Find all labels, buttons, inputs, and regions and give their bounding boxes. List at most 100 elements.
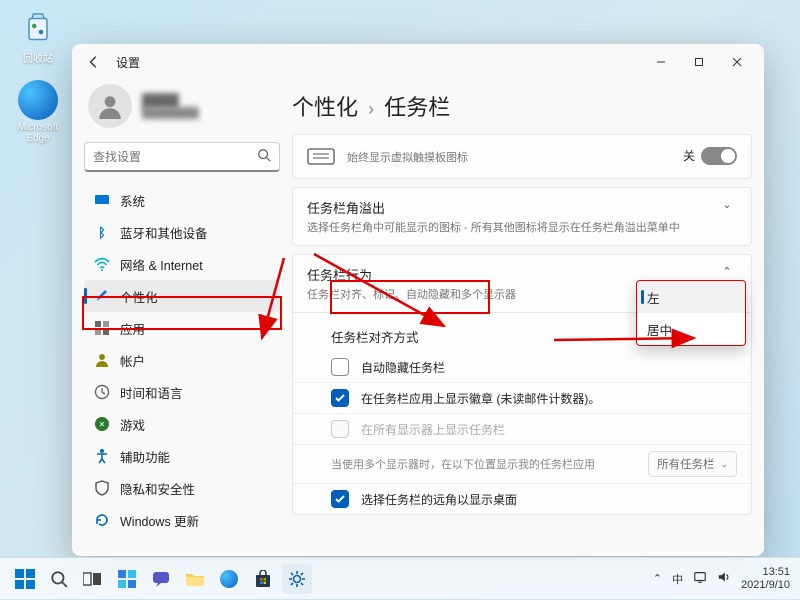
recycle-bin-label: 回收站 (23, 54, 53, 65)
paintbrush-icon (94, 288, 110, 304)
overflow-title: 任务栏角溢出 (307, 198, 717, 217)
auto-hide-label: 自动隐藏任务栏 (361, 359, 737, 376)
taskbar-chat[interactable] (146, 564, 176, 594)
sidebar-item-label: 蓝牙和其他设备 (120, 223, 208, 242)
row-far-corner-desktop[interactable]: 选择任务栏的远角以显示桌面 (293, 484, 751, 514)
svg-text:✕: ✕ (99, 420, 106, 429)
taskbar-search[interactable] (44, 564, 74, 594)
system-tray: ⌃ 中 13:51 2021/9/10 (653, 566, 790, 591)
chevron-up-icon: ⌃ (717, 265, 737, 278)
checkbox-disabled (331, 420, 349, 438)
avatar (88, 84, 132, 128)
overflow-sub: 选择任务栏角中可能显示的图标 - 所有其他图标将显示在任务栏角溢出菜单中 (307, 219, 717, 235)
clock-icon (94, 384, 110, 400)
sidebar-item-system[interactable]: 系统 (84, 184, 280, 216)
chevron-right-icon: › (368, 99, 374, 119)
sidebar-item-label: 隐私和安全性 (120, 479, 195, 498)
profile-email: ████████ (142, 108, 199, 119)
panel-corner-overflow[interactable]: 任务栏角溢出 选择任务栏角中可能显示的图标 - 所有其他图标将显示在任务栏角溢出… (292, 187, 752, 246)
edge-icon (18, 80, 58, 120)
sidebar-item-bluetooth[interactable]: ᛒ 蓝牙和其他设备 (84, 216, 280, 248)
alignment-dropdown: 左 居中 (636, 280, 746, 346)
search-input[interactable] (93, 150, 257, 164)
checkbox-unchecked[interactable] (331, 358, 349, 376)
taskbar-taskview[interactable] (78, 564, 108, 594)
tray-date: 2021/9/10 (741, 579, 790, 592)
breadcrumb-b: 任务栏 (384, 95, 450, 120)
back-button[interactable] (80, 48, 108, 76)
accessibility-icon (94, 448, 110, 464)
panel-touch-keyboard[interactable]: 始终显示虚拟触摸板图标 关 (292, 134, 752, 179)
update-icon (94, 512, 110, 528)
edge-label: Microsoft Edge (18, 122, 59, 144)
sidebar-item-label: 系统 (120, 191, 145, 210)
settings-window: 设置 ████ ████████ (72, 44, 764, 556)
multi-display-combo[interactable]: 所有任务栏 ⌄ (648, 451, 737, 477)
option-label: 居中 (647, 320, 672, 339)
sidebar-item-network[interactable]: 网络 & Internet (84, 248, 280, 280)
multi-display-text: 当使用多个显示器时，在以下位置显示我的任务栏应用 (307, 456, 648, 472)
sidebar-item-windows-update[interactable]: Windows 更新 (84, 504, 280, 536)
taskbar-explorer[interactable] (180, 564, 210, 594)
recycle-bin[interactable]: 回收站 (10, 4, 66, 65)
sidebar-item-label: 帐户 (120, 351, 145, 370)
row-auto-hide[interactable]: 自动隐藏任务栏 (293, 352, 751, 383)
settings-sidebar: ████ ████████ 系统 ᛒ 蓝牙和其他设备 (72, 80, 292, 556)
sidebar-item-gaming[interactable]: ✕ 游戏 (84, 408, 280, 440)
sidebar-item-accessibility[interactable]: 辅助功能 (84, 440, 280, 472)
search-icon (257, 148, 271, 165)
window-minimize[interactable] (642, 48, 680, 76)
window-maximize[interactable] (680, 48, 718, 76)
sidebar-item-label: 网络 & Internet (120, 255, 203, 274)
gaming-icon: ✕ (94, 416, 110, 432)
sidebar-item-time-language[interactable]: 时间和语言 (84, 376, 280, 408)
option-label: 左 (647, 288, 660, 307)
sidebar-item-label: 辅助功能 (120, 447, 170, 466)
window-title: 设置 (116, 54, 140, 71)
breadcrumb: 个性化 › 任务栏 (292, 84, 756, 134)
sidebar-item-apps[interactable]: 应用 (84, 312, 280, 344)
row-all-displays: 在所有显示器上显示任务栏 (293, 414, 751, 445)
profile-name: ████ (142, 93, 199, 108)
taskbar-store[interactable] (248, 564, 278, 594)
display-icon (94, 192, 110, 208)
tray-chevron-up-icon[interactable]: ⌃ (653, 572, 662, 585)
shield-icon (94, 480, 110, 496)
user-profile[interactable]: ████ ████████ (84, 80, 280, 142)
sidebar-item-privacy[interactable]: 隐私和安全性 (84, 472, 280, 504)
tray-time: 13:51 (741, 566, 790, 579)
toggle-switch[interactable] (701, 147, 737, 165)
sidebar-item-label: 应用 (120, 319, 145, 338)
all-displays-label: 在所有显示器上显示任务栏 (361, 421, 737, 438)
taskbar-settings[interactable] (282, 564, 312, 594)
breadcrumb-a[interactable]: 个性化 (292, 95, 358, 120)
alignment-option-center[interactable]: 居中 (637, 313, 745, 345)
tray-clock[interactable]: 13:51 2021/9/10 (741, 566, 790, 591)
microsoft-edge[interactable]: Microsoft Edge (10, 80, 66, 144)
multi-display-combo-value: 所有任务栏 (657, 456, 715, 472)
sidebar-item-label: Windows 更新 (120, 511, 199, 530)
apps-icon (94, 320, 110, 336)
checkbox-checked[interactable] (331, 389, 349, 407)
taskbar-start[interactable] (10, 564, 40, 594)
tray-network-icon[interactable] (693, 570, 707, 587)
taskbar-edge[interactable] (214, 564, 244, 594)
sidebar-item-accounts[interactable]: 帐户 (84, 344, 280, 376)
alignment-option-left[interactable]: 左 (637, 281, 745, 313)
row-multi-display: 当使用多个显示器时，在以下位置显示我的任务栏应用 所有任务栏 ⌄ (293, 445, 751, 484)
bluetooth-icon: ᛒ (94, 224, 110, 240)
sidebar-item-personalization[interactable]: 个性化 (84, 280, 280, 312)
row-show-badges[interactable]: 在任务栏应用上显示徽章 (未读邮件计数器)。 (293, 383, 751, 414)
chevron-down-icon: ⌄ (720, 459, 728, 470)
show-badges-label: 在任务栏应用上显示徽章 (未读邮件计数器)。 (361, 390, 737, 407)
checkbox-checked[interactable] (331, 490, 349, 508)
person-icon (94, 352, 110, 368)
recycle-bin-icon (16, 4, 60, 48)
sidebar-item-label: 时间和语言 (120, 383, 183, 402)
tray-volume-icon[interactable] (717, 570, 731, 587)
tray-ime[interactable]: 中 (672, 571, 683, 587)
far-corner-label: 选择任务栏的远角以显示桌面 (361, 491, 737, 508)
window-close[interactable] (718, 48, 756, 76)
taskbar-widgets[interactable] (112, 564, 142, 594)
search-box[interactable] (84, 142, 280, 172)
